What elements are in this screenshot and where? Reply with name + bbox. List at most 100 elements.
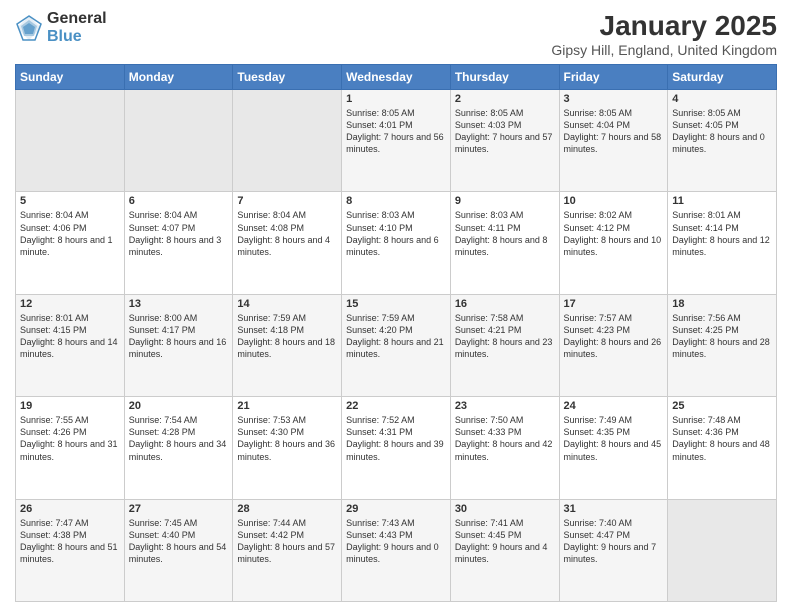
- logo-line1: General: [47, 10, 107, 28]
- day-info: Sunrise: 7:45 AM Sunset: 4:40 PM Dayligh…: [129, 517, 229, 566]
- page: General Blue January 2025 Gipsy Hill, En…: [0, 0, 792, 612]
- day-cell: 15 Sunrise: 7:59 AM Sunset: 4:20 PM Dayli…: [342, 294, 451, 396]
- day-info: Sunrise: 8:00 AM Sunset: 4:17 PM Dayligh…: [129, 312, 229, 361]
- day-cell: 31Sunrise: 7:40 AM Sunset: 4:47 PM Dayli…: [559, 499, 668, 601]
- day-number: 19: [20, 400, 120, 412]
- week-row-1: 1 Sunrise: 8:05 AM Sunset: 4:01 PM Daylig…: [16, 90, 777, 192]
- day-number: 7: [237, 195, 337, 207]
- day-cell: 30Sunrise: 7:41 AM Sunset: 4:45 PM Dayli…: [450, 499, 559, 601]
- day-number: 4: [672, 93, 772, 105]
- logo-text: General Blue: [47, 10, 107, 45]
- day-number: 21: [237, 400, 337, 412]
- header-cell-saturday: Saturday: [668, 65, 777, 90]
- week-row-4: 19Sunrise: 7:55 AM Sunset: 4:26 PM Dayli…: [16, 397, 777, 499]
- day-cell: 17Sunrise: 7:57 AM Sunset: 4:23 PM Dayli…: [559, 294, 668, 396]
- calendar-header: SundayMondayTuesdayWednesdayThursdayFrid…: [16, 65, 777, 90]
- header-cell-thursday: Thursday: [450, 65, 559, 90]
- day-info: Sunrise: 7:44 AM Sunset: 4:42 PM Dayligh…: [237, 517, 337, 566]
- day-number: 17: [564, 298, 664, 310]
- day-number: 24: [564, 400, 664, 412]
- day-info: Sunrise: 8:02 AM Sunset: 4:12 PM Dayligh…: [564, 209, 664, 258]
- day-info: Sunrise: 8:04 AM Sunset: 4:06 PM Dayligh…: [20, 209, 120, 258]
- day-cell: 6 Sunrise: 8:04 AM Sunset: 4:07 PM Daylig…: [124, 192, 233, 294]
- logo-icon: [15, 14, 43, 42]
- day-number: 11: [672, 195, 772, 207]
- header-cell-tuesday: Tuesday: [233, 65, 342, 90]
- day-cell: 16Sunrise: 7:58 AM Sunset: 4:21 PM Dayli…: [450, 294, 559, 396]
- day-number: 15: [346, 298, 446, 310]
- day-cell: 27 Sunrise: 7:45 AM Sunset: 4:40 PM Dayli…: [124, 499, 233, 601]
- day-info: Sunrise: 7:41 AM Sunset: 4:45 PM Dayligh…: [455, 517, 555, 566]
- day-number: 28: [237, 503, 337, 515]
- day-info: Sunrise: 7:54 AM Sunset: 4:28 PM Dayligh…: [129, 414, 229, 463]
- logo-line2: Blue: [47, 28, 107, 46]
- day-number: 8: [346, 195, 446, 207]
- day-info: Sunrise: 7:59 AM Sunset: 4:20 PM Dayligh…: [346, 312, 446, 361]
- day-number: 27: [129, 503, 229, 515]
- day-info: Sunrise: 7:48 AM Sunset: 4:36 PM Dayligh…: [672, 414, 772, 463]
- day-info: Sunrise: 7:50 AM Sunset: 4:33 PM Dayligh…: [455, 414, 555, 463]
- day-cell: 11Sunrise: 8:01 AM Sunset: 4:14 PM Dayli…: [668, 192, 777, 294]
- day-info: Sunrise: 8:05 AM Sunset: 4:04 PM Dayligh…: [564, 107, 664, 156]
- day-cell: 9 Sunrise: 8:03 AM Sunset: 4:11 PM Daylig…: [450, 192, 559, 294]
- day-number: 2: [455, 93, 555, 105]
- day-cell: 26Sunrise: 7:47 AM Sunset: 4:38 PM Dayli…: [16, 499, 125, 601]
- day-cell: 2 Sunrise: 8:05 AM Sunset: 4:03 PM Daylig…: [450, 90, 559, 192]
- day-info: Sunrise: 7:49 AM Sunset: 4:35 PM Dayligh…: [564, 414, 664, 463]
- day-cell: 13 Sunrise: 8:00 AM Sunset: 4:17 PM Dayli…: [124, 294, 233, 396]
- day-cell: 28 Sunrise: 7:44 AM Sunset: 4:42 PM Dayli…: [233, 499, 342, 601]
- main-title: January 2025: [551, 10, 777, 42]
- day-info: Sunrise: 8:05 AM Sunset: 4:05 PM Dayligh…: [672, 107, 772, 156]
- day-cell: 4 Sunrise: 8:05 AM Sunset: 4:05 PM Daylig…: [668, 90, 777, 192]
- header-cell-friday: Friday: [559, 65, 668, 90]
- subtitle: Gipsy Hill, England, United Kingdom: [551, 42, 777, 58]
- day-number: 25: [672, 400, 772, 412]
- day-cell: 1 Sunrise: 8:05 AM Sunset: 4:01 PM Daylig…: [342, 90, 451, 192]
- day-info: Sunrise: 8:03 AM Sunset: 4:11 PM Dayligh…: [455, 209, 555, 258]
- header-cell-monday: Monday: [124, 65, 233, 90]
- day-cell: 19Sunrise: 7:55 AM Sunset: 4:26 PM Dayli…: [16, 397, 125, 499]
- day-number: 18: [672, 298, 772, 310]
- day-number: 10: [564, 195, 664, 207]
- week-row-3: 12Sunrise: 8:01 AM Sunset: 4:15 PM Dayli…: [16, 294, 777, 396]
- day-cell: 10 Sunrise: 8:02 AM Sunset: 4:12 PM Dayli…: [559, 192, 668, 294]
- day-info: Sunrise: 7:52 AM Sunset: 4:31 PM Dayligh…: [346, 414, 446, 463]
- day-number: 16: [455, 298, 555, 310]
- day-cell: 22Sunrise: 7:52 AM Sunset: 4:31 PM Dayli…: [342, 397, 451, 499]
- day-number: 9: [455, 195, 555, 207]
- day-number: 23: [455, 400, 555, 412]
- day-cell: 7Sunrise: 8:04 AM Sunset: 4:08 PM Daylig…: [233, 192, 342, 294]
- day-number: 1: [346, 93, 446, 105]
- week-row-2: 5 Sunrise: 8:04 AM Sunset: 4:06 PM Daylig…: [16, 192, 777, 294]
- title-block: January 2025 Gipsy Hill, England, United…: [551, 10, 777, 58]
- day-number: 13: [129, 298, 229, 310]
- day-number: 6: [129, 195, 229, 207]
- day-info: Sunrise: 8:05 AM Sunset: 4:03 PM Dayligh…: [455, 107, 555, 156]
- header-cell-sunday: Sunday: [16, 65, 125, 90]
- day-info: Sunrise: 8:04 AM Sunset: 4:07 PM Dayligh…: [129, 209, 229, 258]
- day-cell: 14Sunrise: 7:59 AM Sunset: 4:18 PM Dayli…: [233, 294, 342, 396]
- calendar-body: 1 Sunrise: 8:05 AM Sunset: 4:01 PM Daylig…: [16, 90, 777, 602]
- day-number: 29: [346, 503, 446, 515]
- day-cell: 23 Sunrise: 7:50 AM Sunset: 4:33 PM Dayli…: [450, 397, 559, 499]
- day-number: 14: [237, 298, 337, 310]
- day-info: Sunrise: 7:56 AM Sunset: 4:25 PM Dayligh…: [672, 312, 772, 361]
- day-info: Sunrise: 7:43 AM Sunset: 4:43 PM Dayligh…: [346, 517, 446, 566]
- day-info: Sunrise: 8:01 AM Sunset: 4:15 PM Dayligh…: [20, 312, 120, 361]
- day-info: Sunrise: 8:03 AM Sunset: 4:10 PM Dayligh…: [346, 209, 446, 258]
- day-cell: 8 Sunrise: 8:03 AM Sunset: 4:10 PM Daylig…: [342, 192, 451, 294]
- day-number: 5: [20, 195, 120, 207]
- day-number: 26: [20, 503, 120, 515]
- week-row-5: 26Sunrise: 7:47 AM Sunset: 4:38 PM Dayli…: [16, 499, 777, 601]
- day-number: 20: [129, 400, 229, 412]
- day-number: 3: [564, 93, 664, 105]
- header: General Blue January 2025 Gipsy Hill, En…: [15, 10, 777, 58]
- day-cell: 3 Sunrise: 8:05 AM Sunset: 4:04 PM Daylig…: [559, 90, 668, 192]
- day-info: Sunrise: 7:53 AM Sunset: 4:30 PM Dayligh…: [237, 414, 337, 463]
- day-cell: 24 Sunrise: 7:49 AM Sunset: 4:35 PM Dayli…: [559, 397, 668, 499]
- day-cell: [16, 90, 125, 192]
- logo: General Blue: [15, 10, 107, 45]
- calendar-table: SundayMondayTuesdayWednesdayThursdayFrid…: [15, 64, 777, 602]
- day-cell: 21 Sunrise: 7:53 AM Sunset: 4:30 PM Dayli…: [233, 397, 342, 499]
- day-info: Sunrise: 8:05 AM Sunset: 4:01 PM Dayligh…: [346, 107, 446, 156]
